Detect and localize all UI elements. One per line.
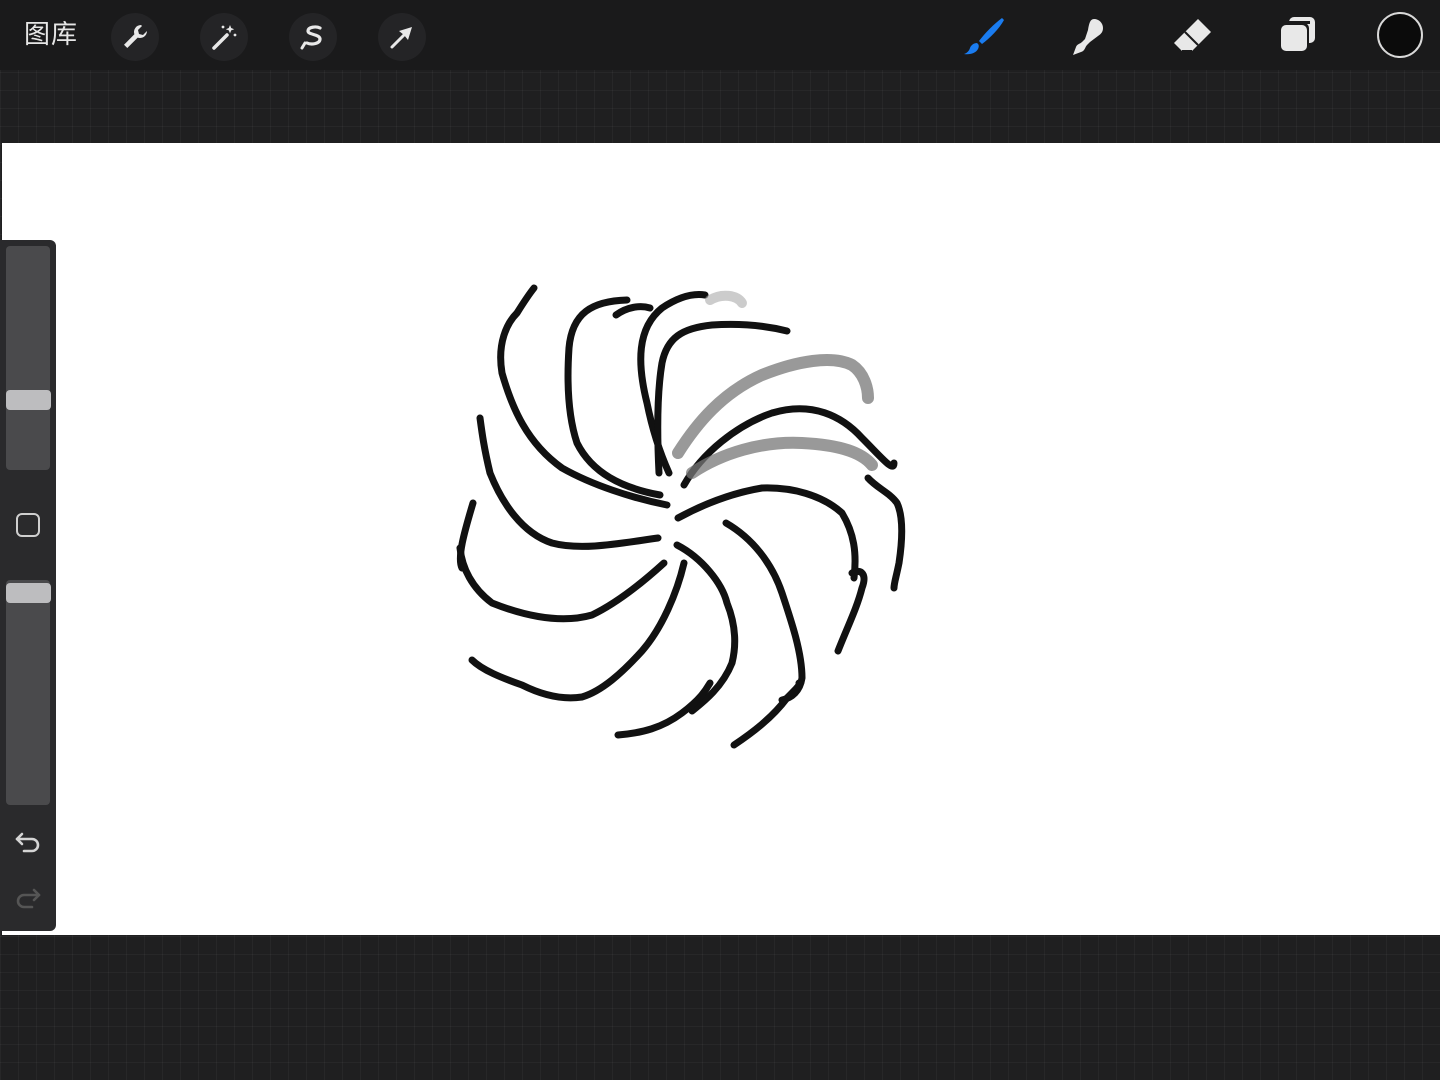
layers-icon — [1281, 17, 1315, 51]
sketch-stroke — [476, 414, 662, 550]
wrench-icon — [124, 25, 147, 48]
modify-square-icon[interactable] — [16, 513, 40, 537]
selection-button[interactable] — [289, 13, 337, 61]
sketch-stroke — [637, 291, 709, 477]
sketch-stroke — [834, 567, 868, 655]
transform-arrow-icon — [390, 27, 412, 49]
transform-button[interactable] — [378, 13, 426, 61]
brush-icon — [964, 18, 1004, 55]
smudge-icon — [1073, 19, 1103, 55]
layers-button[interactable] — [1270, 10, 1326, 62]
eraser-icon — [1174, 19, 1211, 52]
brush-size-slider[interactable] — [6, 246, 50, 470]
sketch-stroke — [705, 290, 747, 308]
sketch-stroke — [468, 559, 688, 702]
brush-tool-button[interactable] — [955, 10, 1011, 62]
smudge-tool-button[interactable] — [1060, 10, 1116, 62]
sketch-stroke — [864, 474, 906, 592]
color-picker-button[interactable] — [1377, 12, 1423, 58]
drawing-canvas[interactable] — [2, 143, 1440, 935]
sketch-stroke — [730, 679, 803, 749]
redo-icon[interactable] — [12, 880, 44, 912]
magic-wand-icon — [212, 25, 237, 50]
eraser-tool-button[interactable] — [1165, 10, 1221, 62]
brush-opacity-slider-thumb[interactable] — [6, 583, 51, 603]
swirl-sketch — [456, 284, 906, 749]
left-sidebar — [0, 240, 56, 931]
sketch-stroke — [722, 519, 806, 704]
sketch-stroke — [612, 303, 654, 319]
brush-opacity-slider[interactable] — [6, 580, 50, 805]
undo-icon[interactable] — [12, 824, 44, 856]
top-toolbar: 图库 — [0, 0, 1440, 70]
gallery-button[interactable]: 图库 — [24, 17, 78, 53]
actions-button[interactable] — [111, 13, 159, 61]
sketch-stroke — [456, 544, 668, 623]
selection-icon — [300, 25, 322, 50]
adjustments-button[interactable] — [200, 13, 248, 61]
brush-size-slider-thumb[interactable] — [6, 390, 51, 410]
